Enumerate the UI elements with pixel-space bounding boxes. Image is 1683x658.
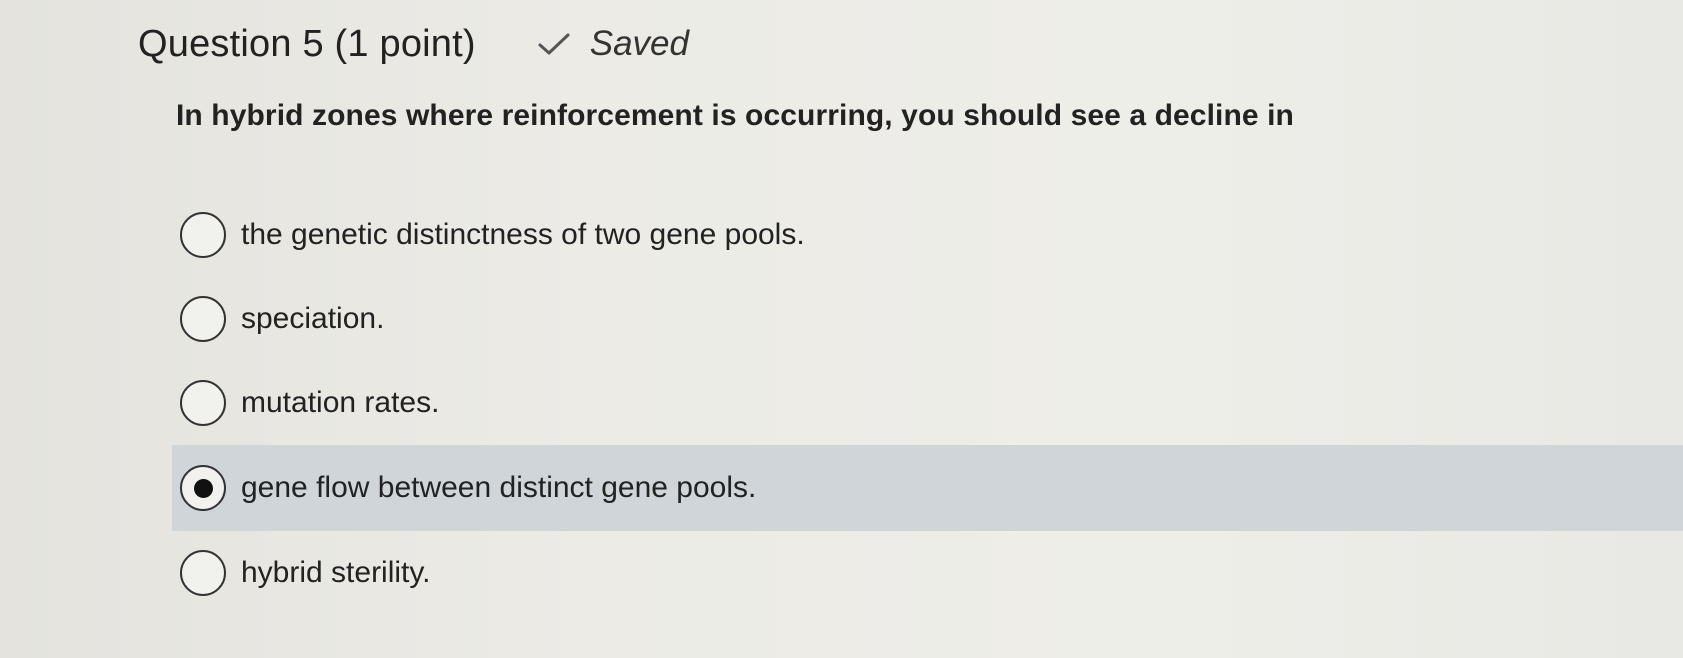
answer-label: hybrid sterility. [241, 556, 431, 589]
answer-option[interactable]: mutation rates. [180, 361, 1683, 445]
answer-choices: the genetic distinctness of two gene poo… [172, 193, 1683, 615]
radio-button[interactable] [180, 550, 226, 596]
radio-button-selected[interactable] [180, 465, 226, 511]
check-icon [538, 33, 570, 55]
quiz-page: Question 5 (1 point) Saved In hybrid zon… [0, 0, 1683, 658]
question-header: Question 5 (1 point) Saved [138, 14, 689, 74]
radio-button[interactable] [180, 212, 226, 258]
radio-button[interactable] [180, 296, 226, 342]
saved-status-text: Saved [589, 24, 689, 63]
question-title: Question 5 (1 point) [138, 22, 476, 65]
question-prompt: In hybrid zones where reinforcement is o… [176, 99, 1294, 132]
save-status: Saved [536, 24, 689, 64]
answer-label: speciation. [241, 302, 385, 335]
answer-option[interactable]: speciation. [180, 277, 1683, 361]
radio-button[interactable] [180, 380, 226, 426]
answer-option[interactable]: the genetic distinctness of two gene poo… [180, 193, 1683, 277]
answer-label: mutation rates. [241, 386, 440, 419]
answer-option[interactable]: hybrid sterility. [180, 531, 1683, 615]
answer-option-selected[interactable]: gene flow between distinct gene pools. [172, 445, 1683, 531]
selected-radio-dot [193, 478, 213, 498]
answer-label: the genetic distinctness of two gene poo… [241, 218, 805, 251]
answer-label: gene flow between distinct gene pools. [241, 471, 757, 504]
